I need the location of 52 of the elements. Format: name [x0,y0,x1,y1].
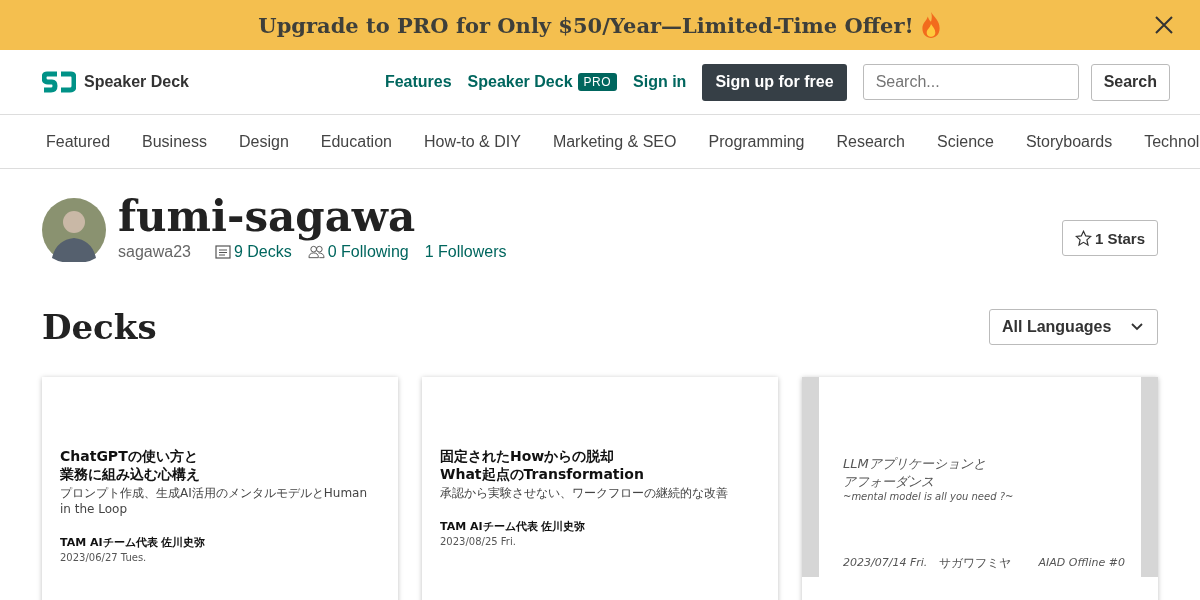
slide-author: サガワフミヤ [939,555,1012,571]
slide-title: ChatGPTの使い方と 業務に組み込む心構え [60,447,201,483]
deck-card[interactable]: ChatGPTの使い方と 業務に組み込む心構え プロンプト作成、生成AI活用のメンタルモデルとHuman in the Loop TAM AIチーム代表 佐川史弥 2023/06/27 Tues. [42,377,398,600]
category-link[interactable]: Design [238,132,289,151]
deck-card[interactable]: 固定されたHowからの脱却 What起点のTransformation 承認から実験させない、ワークフローの継続的な改善 TAM AIチーム代表 佐川史弥 2023/08/25 Fri. [422,377,778,600]
slide-event: AIAD Offline #0 [1038,555,1125,571]
list-icon [214,245,231,259]
username: sagawa23 [118,243,191,261]
close-icon[interactable] [1154,15,1174,35]
nav-link[interactable]: Sign in [633,73,687,91]
deck-card[interactable]: LLMアプリケーションと アフォーダンス ~mental model is all you need ?~ 2023/07/14 Fri. サガワフミヤ AIAD Offline #0 [802,377,1158,600]
chevron-icon [1131,323,1143,331]
category-link[interactable]: Featured [46,132,111,151]
category-link[interactable]: Research [836,132,905,151]
category-link[interactable]: Storyboards [1025,132,1113,151]
star-icon [1074,229,1092,247]
pro-badge: PRO [577,73,618,91]
category-link[interactable]: Education [320,132,392,151]
logo-text[interactable]: Speaker Deck [84,73,189,91]
logo-icon[interactable] [42,71,76,93]
avatar [42,198,106,262]
fire-icon [919,11,942,39]
stars-button[interactable]: 1 Stars [1061,220,1158,256]
people-icon [307,245,325,259]
language-dropdown[interactable]: All Languages [989,309,1158,345]
stat-link[interactable]: 1 Followers [424,243,507,261]
slide-date: 2023/08/25 Fri. [440,536,517,547]
section-heading: Decks [42,307,157,347]
category-link[interactable]: How-to & DIY [423,132,521,151]
stat-link[interactable]: 9 Decks [233,243,292,261]
search-field[interactable]: Search... [862,64,1079,100]
category-link[interactable]: Technol [1144,132,1200,151]
category-link[interactable]: Marketing & SEO [552,132,677,151]
slide-title: 固定されたHowからの脱却 What起点のTransformation [440,447,645,483]
category-link[interactable]: Business [142,132,207,151]
slide-subtitle: 承認から実験させない、ワークフローの継続的な改善 [440,485,729,501]
slide-date: 2023/06/27 Tues. [60,552,148,563]
profile-name: fumi-sagawa [118,193,417,241]
promo-text: Upgrade to PRO for Only $50/Year—Limited-Time Offer! [258,12,914,38]
slide-title: LLMアプリケーションと アフォーダンス [843,455,987,491]
slide-subtitle: ~mental model is all you need ?~ [843,491,1015,502]
slide-author: TAM AIチーム代表 佐川史弥 [60,535,207,550]
stat-link[interactable]: 0 Following [327,243,409,261]
slide-subtitle: プロンプト作成、生成AI活用のメンタルモデルとHuman in the Loop [60,485,369,517]
slide-author: TAM AIチーム代表 佐川史弥 [440,519,587,534]
slide-date: 2023/07/14 Fri. [843,555,928,571]
category-link[interactable]: Science [937,132,994,151]
nav-link[interactable]: Features [384,73,452,91]
signup-button[interactable]: Sign up for free [702,63,847,101]
nav-link[interactable]: Speaker Deck PRO [467,73,618,91]
search-button[interactable]: Search [1090,63,1170,101]
category-link[interactable]: Programming [708,132,805,151]
